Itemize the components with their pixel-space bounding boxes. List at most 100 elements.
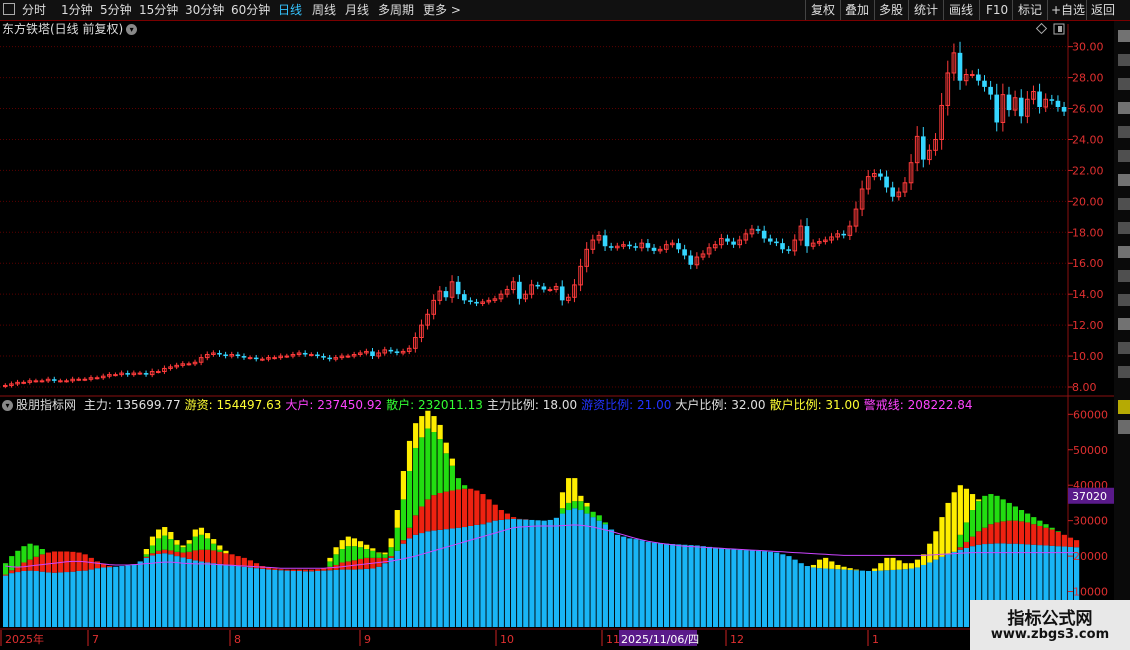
bar-secondary: [290, 569, 296, 571]
bar-top: [419, 416, 425, 438]
bar-secondary: [51, 551, 58, 573]
bar-top: [816, 559, 823, 569]
bar-secondary: [45, 552, 52, 573]
bar-primary: [406, 538, 413, 627]
stock-chart[interactable]: 30.0028.0026.0024.0022.0020.0018.0016.00…: [0, 0, 1130, 650]
bar-tertiary: [327, 561, 333, 567]
bar-primary: [547, 519, 553, 627]
bar-primary: [896, 569, 902, 627]
bar-primary: [884, 570, 890, 627]
candle-body: [443, 291, 449, 298]
bar-top: [578, 495, 584, 502]
bar-tertiary: [149, 545, 156, 554]
side-panel-glyph: [1118, 294, 1130, 306]
bar-top: [174, 540, 180, 545]
bar-tertiary: [590, 511, 596, 518]
bar-secondary: [315, 569, 321, 571]
side-panel-glyph: [1118, 174, 1130, 186]
bar-secondary: [296, 569, 302, 571]
price-tick-label: 18.00: [1072, 226, 1104, 239]
bar-secondary: [143, 556, 149, 558]
bar-tertiary: [1049, 527, 1055, 530]
bar-top: [559, 492, 566, 509]
bar-secondary: [431, 495, 437, 531]
bar-secondary: [9, 570, 15, 574]
bar-secondary: [192, 550, 198, 561]
bar-tertiary: [211, 543, 217, 551]
bar-tertiary: [382, 554, 388, 558]
bar-tertiary: [982, 495, 988, 528]
bar-primary: [174, 556, 180, 627]
bar-tertiary: [143, 554, 149, 557]
bar-top: [902, 563, 908, 570]
bar-primary: [204, 562, 211, 627]
bar-primary: [810, 567, 817, 627]
bar-primary: [229, 565, 235, 627]
bar-secondary: [388, 556, 394, 558]
bar-primary: [596, 520, 602, 627]
bar-primary: [107, 567, 113, 627]
bar-top: [370, 548, 376, 551]
candle-body: [731, 241, 736, 245]
bar-top: [388, 538, 394, 548]
bar-tertiary: [413, 447, 419, 516]
bar-primary: [39, 571, 45, 627]
candle-body: [51, 379, 57, 381]
bar-top: [180, 545, 186, 548]
candle-body: [3, 384, 8, 387]
bar-top: [572, 478, 578, 502]
bar-primary: [706, 546, 712, 627]
bar-top: [382, 552, 388, 555]
bar-tertiary: [333, 554, 339, 565]
candle-body: [761, 230, 767, 239]
bar-top: [413, 423, 419, 448]
candle-body: [1018, 97, 1024, 117]
bar-primary: [125, 565, 131, 627]
bar-secondary: [400, 540, 406, 544]
bar-secondary: [302, 569, 309, 572]
bar-secondary: [413, 515, 419, 535]
bar-top: [878, 563, 884, 571]
bar-tertiary: [578, 501, 584, 511]
bar-secondary: [309, 569, 315, 572]
bar-primary: [309, 571, 315, 627]
candle-body: [988, 86, 993, 95]
bar-primary: [584, 513, 590, 627]
bar-secondary: [284, 569, 290, 571]
bar-top: [192, 529, 198, 537]
bar-primary: [217, 563, 223, 627]
bar-primary: [394, 550, 400, 627]
candle-body: [780, 243, 785, 250]
bar-primary: [768, 551, 774, 627]
bar-top: [823, 557, 829, 569]
candle-body: [113, 374, 118, 377]
bar-tertiary: [449, 465, 455, 491]
bar-primary: [566, 510, 572, 627]
bar-primary: [223, 564, 229, 627]
bar-primary: [676, 544, 682, 627]
bar-secondary: [149, 553, 156, 556]
bar-primary: [633, 539, 639, 627]
bar-top: [566, 478, 572, 503]
candle-body: [64, 380, 69, 383]
bar-primary: [88, 569, 94, 627]
bar-tertiary: [345, 546, 351, 562]
bar-tertiary: [559, 508, 566, 514]
diamond-icon: [1035, 22, 1048, 35]
bar-secondary: [498, 510, 504, 520]
bar-secondary: [419, 506, 425, 534]
bar-secondary: [211, 550, 217, 564]
bar-tertiary: [9, 556, 15, 571]
bar-primary: [939, 556, 945, 627]
side-panel-glyph: [1118, 102, 1130, 114]
bar-primary: [914, 567, 921, 627]
bar-primary: [370, 568, 376, 627]
bar-tertiary: [425, 428, 431, 500]
bar-tertiary: [204, 538, 211, 550]
side-panel-glyph: [1118, 400, 1130, 414]
bar-secondary: [272, 568, 278, 570]
bar-top: [437, 424, 443, 440]
bar-primary: [859, 570, 865, 627]
bar-primary: [143, 557, 149, 627]
bar-top: [584, 502, 590, 507]
